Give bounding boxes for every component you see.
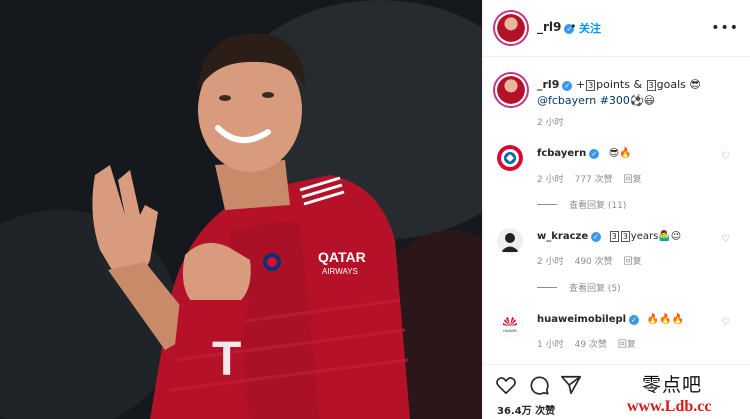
post-caption: _rl9 ✓ +3 points & 3 goals 😎 @fcbayern #300… — [537, 77, 737, 109]
huawei-logo-icon: HUAWEI — [497, 311, 523, 337]
author-avatar[interactable] — [495, 12, 527, 44]
verified-icon: ✓ — [562, 81, 573, 91]
send-icon[interactable] — [560, 374, 582, 396]
comment-like-heart-icon[interactable]: ♡ — [721, 317, 730, 328]
post-header: _rl9 ✓ • 关注 ••• — [483, 0, 750, 57]
caption-username[interactable]: _rl9 — [537, 78, 559, 91]
view-replies-button[interactable]: 查看回复 (11) — [537, 198, 626, 211]
comment-text: years🤷‍♂️😉 — [630, 231, 682, 242]
comment-icon[interactable] — [528, 374, 550, 396]
comment-username[interactable]: huaweimobilepl — [537, 314, 626, 325]
comment-text: 😎🔥 — [608, 148, 632, 159]
comment-reply-button[interactable]: 回复 — [624, 257, 642, 267]
svg-text:QATAR: QATAR — [318, 249, 366, 265]
comment-username[interactable]: fcbayern — [537, 148, 586, 159]
comment-time: 2 小时 — [537, 175, 564, 185]
comment-username[interactable]: w_kracze — [537, 231, 588, 242]
caption-number-2: 3 — [646, 80, 656, 91]
view-replies-button[interactable]: 查看回复 (5) — [537, 281, 621, 294]
comment-likes[interactable]: 777 次赞 — [575, 175, 613, 185]
comment-fcbayern: fcbayern ✓ 😎🔥 — [537, 148, 632, 159]
post-likes-count[interactable]: 36.4万 次赞 — [497, 402, 555, 417]
svg-text:T: T — [212, 333, 241, 386]
comment-time: 2 小时 — [537, 257, 564, 267]
comment-time: 1 小时 — [537, 340, 564, 350]
caption-time: 2 小时 — [537, 118, 564, 128]
comment-likes[interactable]: 49 次赞 — [575, 340, 607, 350]
caption-text-3: goals 😎 — [656, 78, 701, 91]
view-replies-label[interactable]: 查看回复 (5) — [569, 284, 621, 294]
reply-line — [537, 287, 557, 288]
verified-icon: ✓ — [629, 315, 640, 325]
author-username-text[interactable]: _rl9 — [537, 20, 561, 34]
caption-avatar[interactable] — [495, 74, 527, 106]
comment-huaweimobilepl: huaweimobilepl ✓ 🔥🔥🔥 — [537, 314, 684, 325]
separator-dot: • — [570, 20, 577, 33]
comment-meta: 2 小时 490 次赞 回复 — [537, 254, 653, 267]
comment-reply-button[interactable]: 回复 — [618, 340, 636, 350]
comment-like-heart-icon[interactable]: ♡ — [721, 151, 730, 162]
comment-likes[interactable]: 490 次赞 — [575, 257, 613, 267]
user-avatar-icon — [497, 228, 523, 254]
caption-hashtags[interactable]: @fcbayern #300 — [537, 94, 630, 107]
reply-line — [537, 204, 557, 205]
comment-avatar-huaweimobilepl[interactable]: HUAWEI — [497, 311, 523, 337]
post-side-panel: _rl9 ✓ • 关注 ••• _rl9 ✓ +3 points & 3 goals 😎… — [482, 0, 750, 419]
comment-reply-button[interactable]: 回复 — [624, 175, 642, 185]
caption-emoji: ⚽😃 — [629, 94, 656, 107]
caption-text-1: + — [575, 78, 586, 91]
comment-avatar-fcbayern[interactable] — [497, 145, 523, 171]
author-username[interactable]: _rl9 ✓ — [537, 20, 575, 34]
comment-like-heart-icon[interactable]: ♡ — [721, 234, 730, 245]
comment-meta: 1 小时 49 次赞 回复 — [537, 337, 647, 350]
player-illustration: QATAR AIRWAYS T — [0, 0, 482, 419]
follow-button[interactable]: 关注 — [579, 20, 601, 36]
heart-icon[interactable] — [495, 374, 517, 396]
caption-text-2: points & — [596, 78, 646, 91]
verified-icon: ✓ — [591, 232, 602, 242]
comment-number-1: 3 — [609, 231, 619, 242]
comment-avatar-w_kracze[interactable] — [497, 228, 523, 254]
more-icon[interactable]: ••• — [711, 20, 739, 36]
svg-text:HUAWEI: HUAWEI — [503, 329, 517, 333]
comment-w_kracze: w_kracze ✓ 3 3 years🤷‍♂️😉 — [537, 231, 681, 242]
svg-text:AIRWAYS: AIRWAYS — [322, 267, 358, 276]
fcbayern-logo-icon — [497, 145, 523, 171]
watermark-url: www.Ldb.cc — [627, 398, 712, 415]
view-replies-label[interactable]: 查看回复 (11) — [569, 201, 626, 211]
watermark-text: 零点吧 — [642, 374, 703, 396]
comment-text: 🔥🔥🔥 — [646, 314, 684, 325]
post-photo[interactable]: QATAR AIRWAYS T — [0, 0, 482, 419]
comment-number-2: 3 — [620, 231, 630, 242]
comment-meta: 2 小时 777 次赞 回复 — [537, 172, 653, 185]
caption-number-1: 3 — [586, 80, 596, 91]
verified-icon: ✓ — [589, 149, 600, 159]
